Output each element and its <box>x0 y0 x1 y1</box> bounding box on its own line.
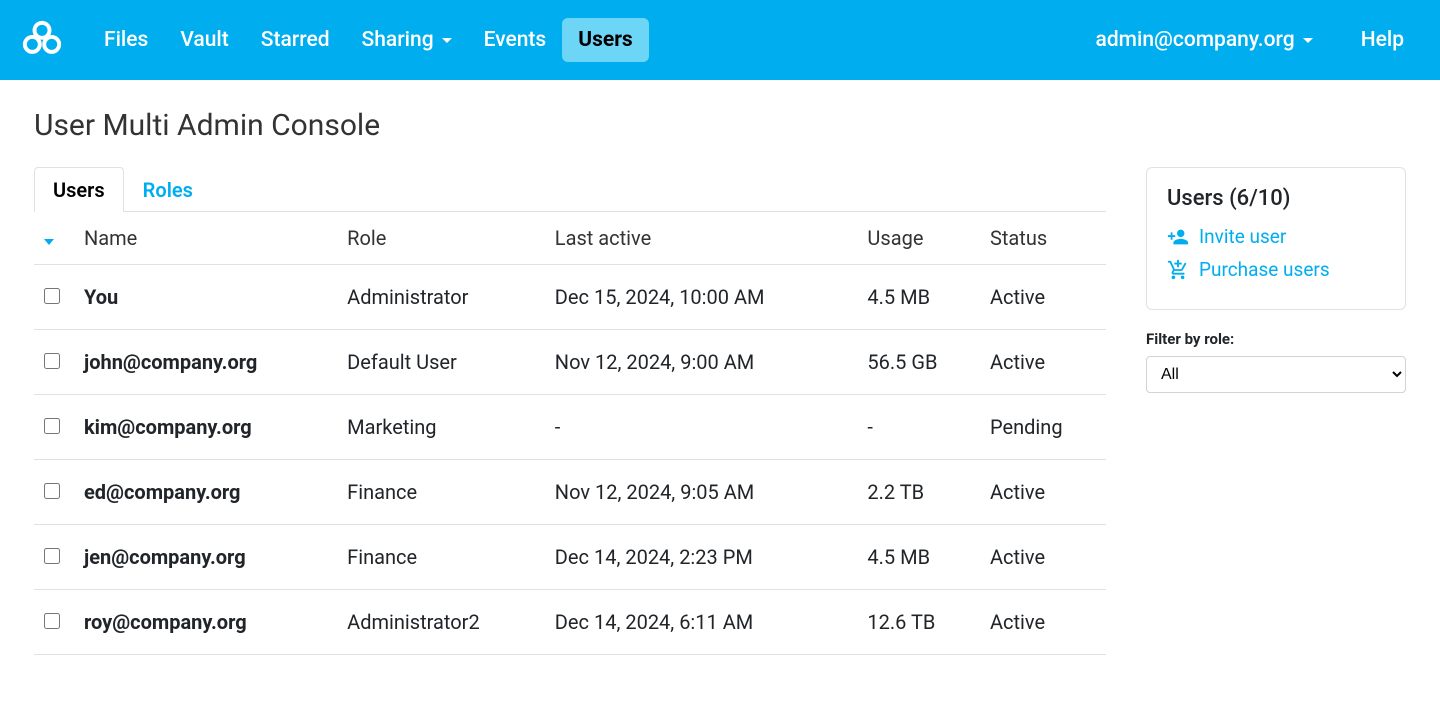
cell-usage: 2.2 TB <box>857 460 980 525</box>
row-checkbox[interactable] <box>44 548 60 564</box>
cell-usage: 4.5 MB <box>857 525 980 590</box>
tab-roles[interactable]: Roles <box>124 167 212 212</box>
nav-events[interactable]: Events <box>468 18 563 62</box>
nav-items: Files Vault Starred Sharing Events Users <box>88 18 1080 62</box>
invite-user-label: Invite user <box>1199 225 1286 248</box>
row-checkbox[interactable] <box>44 483 60 499</box>
table-row[interactable]: ed@company.org Finance Nov 12, 2024, 9:0… <box>34 460 1106 525</box>
users-table-body: You Administrator Dec 15, 2024, 10:00 AM… <box>34 265 1106 655</box>
table-row[interactable]: john@company.org Default User Nov 12, 20… <box>34 330 1106 395</box>
table-row[interactable]: kim@company.org Marketing - - Pending <box>34 395 1106 460</box>
tab-users[interactable]: Users <box>34 167 124 212</box>
top-navbar: Files Vault Starred Sharing Events Users… <box>0 0 1440 80</box>
col-usage[interactable]: Usage <box>857 212 980 265</box>
chevron-down-icon <box>1303 38 1313 43</box>
cell-role: Finance <box>337 525 545 590</box>
cell-status: Active <box>980 525 1106 590</box>
account-email: admin@company.org <box>1096 28 1295 52</box>
nav-sharing[interactable]: Sharing <box>346 18 468 62</box>
cart-add-icon <box>1167 259 1189 281</box>
account-menu[interactable]: admin@company.org <box>1080 18 1329 62</box>
cell-name: jen@company.org <box>74 525 337 590</box>
nav-vault[interactable]: Vault <box>164 18 244 62</box>
row-checkbox[interactable] <box>44 353 60 369</box>
brand-logo[interactable] <box>20 18 64 62</box>
cell-name: ed@company.org <box>74 460 337 525</box>
users-table: Name Role Last active Usage Status You A… <box>34 212 1106 655</box>
cell-last-active: Dec 14, 2024, 6:11 AM <box>545 590 858 655</box>
users-summary-card: Users (6/10) Invite user Purchase users <box>1146 167 1406 310</box>
row-checkbox[interactable] <box>44 418 60 434</box>
table-row[interactable]: roy@company.org Administrator2 Dec 14, 2… <box>34 590 1106 655</box>
cell-last-active: - <box>545 395 858 460</box>
purchase-users-link[interactable]: Purchase users <box>1167 258 1385 281</box>
cell-role: Finance <box>337 460 545 525</box>
cell-usage: 56.5 GB <box>857 330 980 395</box>
col-name[interactable]: Name <box>74 212 337 265</box>
col-role[interactable]: Role <box>337 212 545 265</box>
sort-caret-icon <box>44 239 54 245</box>
cell-last-active: Dec 15, 2024, 10:00 AM <box>545 265 858 330</box>
cell-role: Administrator <box>337 265 545 330</box>
cell-last-active: Nov 12, 2024, 9:05 AM <box>545 460 858 525</box>
cell-last-active: Nov 12, 2024, 9:00 AM <box>545 330 858 395</box>
nav-sharing-label: Sharing <box>362 28 434 52</box>
filter-by-role-label: Filter by role: <box>1146 330 1406 348</box>
nav-starred[interactable]: Starred <box>245 18 346 62</box>
cell-role: Administrator2 <box>337 590 545 655</box>
cell-role: Marketing <box>337 395 545 460</box>
cell-role: Default User <box>337 330 545 395</box>
cell-usage: 4.5 MB <box>857 265 980 330</box>
nav-right: admin@company.org Help <box>1080 18 1420 62</box>
cell-name: You <box>74 265 337 330</box>
cell-name: john@company.org <box>74 330 337 395</box>
col-last-active[interactable]: Last active <box>545 212 858 265</box>
cell-last-active: Dec 14, 2024, 2:23 PM <box>545 525 858 590</box>
logo-icon <box>20 18 64 62</box>
tabs: Users Roles <box>34 167 1106 212</box>
nav-users[interactable]: Users <box>562 18 648 62</box>
chevron-down-icon <box>442 38 452 43</box>
cell-usage: 12.6 TB <box>857 590 980 655</box>
cell-status: Active <box>980 460 1106 525</box>
cell-name: kim@company.org <box>74 395 337 460</box>
table-row[interactable]: You Administrator Dec 15, 2024, 10:00 AM… <box>34 265 1106 330</box>
cell-status: Pending <box>980 395 1106 460</box>
purchase-users-label: Purchase users <box>1199 258 1330 281</box>
filter-role-select[interactable]: All <box>1146 356 1406 393</box>
users-count: Users (6/10) <box>1167 186 1385 211</box>
nav-help[interactable]: Help <box>1345 18 1420 62</box>
row-checkbox[interactable] <box>44 613 60 629</box>
person-add-icon <box>1167 226 1189 248</box>
cell-status: Active <box>980 590 1106 655</box>
cell-name: roy@company.org <box>74 590 337 655</box>
nav-files[interactable]: Files <box>88 18 164 62</box>
row-checkbox[interactable] <box>44 288 60 304</box>
table-row[interactable]: jen@company.org Finance Dec 14, 2024, 2:… <box>34 525 1106 590</box>
filter-section: Filter by role: All <box>1146 330 1406 393</box>
invite-user-link[interactable]: Invite user <box>1167 225 1385 248</box>
cell-status: Active <box>980 330 1106 395</box>
page-title: User Multi Admin Console <box>34 108 1406 143</box>
cell-usage: - <box>857 395 980 460</box>
col-status[interactable]: Status <box>980 212 1106 265</box>
cell-status: Active <box>980 265 1106 330</box>
sort-column[interactable] <box>34 212 74 265</box>
